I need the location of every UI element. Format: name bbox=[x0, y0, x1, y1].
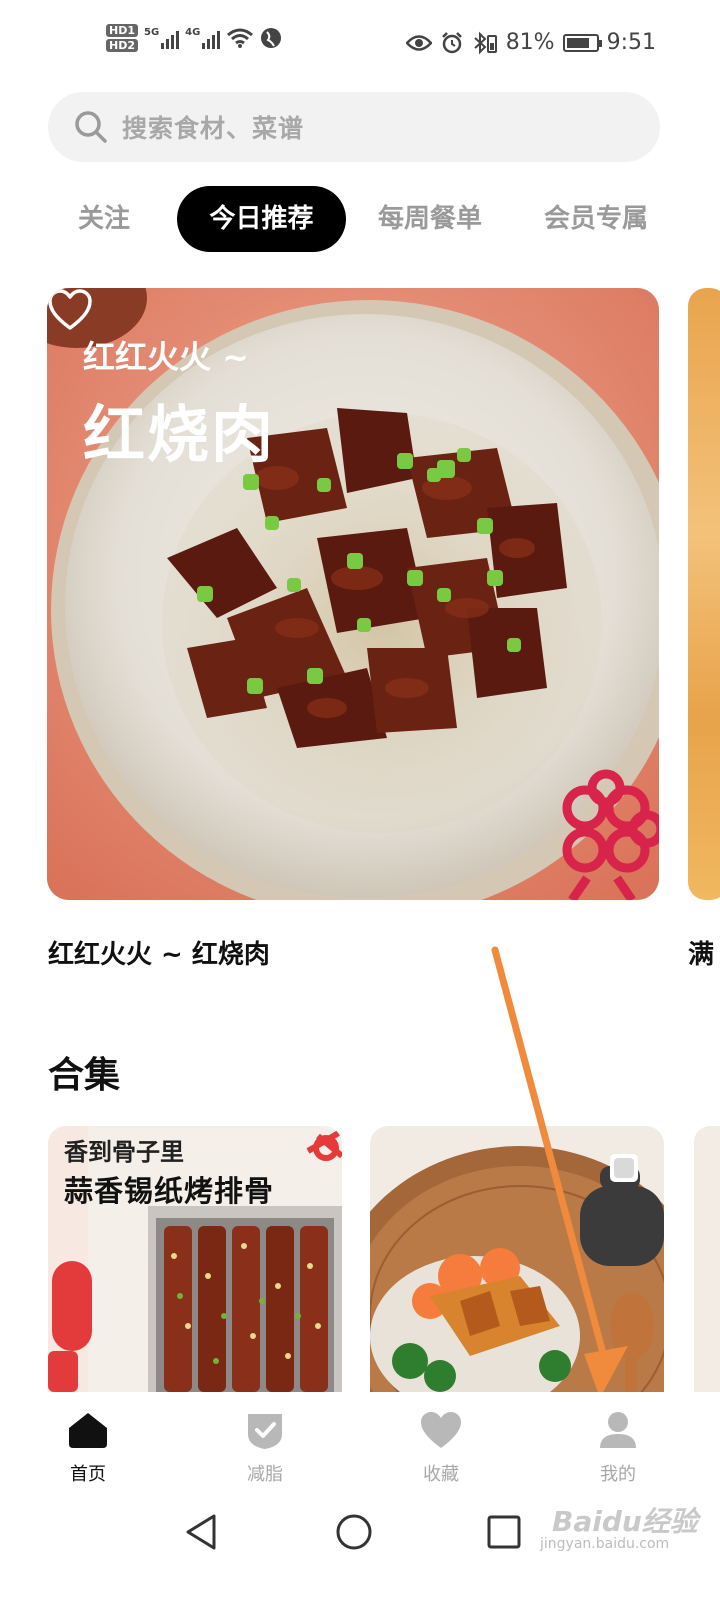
wifi-icon bbox=[227, 28, 254, 48]
category-tabs: 关注 今日推荐 每周餐单 会员专属 bbox=[48, 186, 720, 254]
collection-card-title: 蒜香锡纸烤排骨 bbox=[64, 1174, 275, 1208]
status-right: 81% 9:51 bbox=[405, 30, 656, 55]
battery-percent: 81% bbox=[505, 30, 555, 55]
featured-caption[interactable]: 红红火火 ~ 红烧肉 bbox=[48, 934, 270, 971]
status-left: HD1 HD2 5G 4G bbox=[106, 24, 282, 52]
nav-fat-loss[interactable]: 减脂 bbox=[215, 1410, 315, 1486]
collection-section-title: 合集 bbox=[48, 1055, 121, 1096]
nav-favorites[interactable]: 收藏 bbox=[391, 1410, 491, 1486]
chicken-bowl-image bbox=[370, 1126, 664, 1392]
eye-icon bbox=[405, 34, 432, 51]
featured-eyebrow: 红红火火 ~ bbox=[83, 338, 249, 376]
clock: 9:51 bbox=[606, 30, 656, 55]
nav-home[interactable]: 首页 bbox=[38, 1410, 138, 1486]
tab-vip-exclusive[interactable]: 会员专属 bbox=[530, 186, 662, 252]
status-bar: HD1 HD2 5G 4G 81% 9:51 bbox=[0, 0, 720, 92]
recents-icon[interactable] bbox=[482, 1510, 526, 1554]
back-icon[interactable] bbox=[180, 1510, 224, 1554]
watermark-url: jingyan.baidu.com bbox=[540, 1536, 670, 1552]
battery-fill bbox=[566, 37, 590, 48]
featured-recipe-card[interactable]: 红红火火 ~ 红烧肉 bbox=[47, 288, 659, 900]
search-icon bbox=[75, 111, 107, 143]
nav-me[interactable]: 我的 bbox=[568, 1410, 668, 1486]
vpn-globe-icon bbox=[261, 28, 282, 48]
nav-favorites-label: 收藏 bbox=[423, 1464, 459, 1485]
battery-icon bbox=[562, 33, 602, 52]
heart-outline-icon[interactable] bbox=[47, 288, 93, 332]
person-icon bbox=[600, 1412, 636, 1448]
collection-card-chicken-bowl[interactable] bbox=[370, 1126, 664, 1392]
sim-indicators: HD1 HD2 bbox=[106, 24, 138, 52]
nav-me-label: 我的 bbox=[600, 1464, 636, 1485]
search-placeholder: 搜索食材、菜谱 bbox=[122, 114, 305, 143]
heart-icon bbox=[421, 1412, 461, 1448]
signal-icon: 5G bbox=[144, 27, 180, 49]
alarm-icon bbox=[441, 31, 462, 53]
collection-card-subtitle: 香到骨子里 bbox=[64, 1138, 184, 1166]
next-recipe-card-peek[interactable] bbox=[688, 288, 720, 900]
tab-weekly-menu[interactable]: 每周餐单 bbox=[364, 186, 496, 252]
nav-fat-loss-label: 减脂 bbox=[247, 1464, 283, 1485]
featured-title: 红烧肉 bbox=[83, 398, 276, 471]
home-circle-icon[interactable] bbox=[332, 1510, 376, 1554]
featured-recipe-image bbox=[47, 288, 659, 900]
bluetooth-battery-icon bbox=[474, 31, 497, 54]
nav-home-label: 首页 bbox=[70, 1464, 106, 1485]
bottom-nav: 首页 减脂 收藏 我的 bbox=[0, 1392, 720, 1492]
collection-card-peek[interactable] bbox=[694, 1126, 720, 1392]
next-recipe-caption-peek: 满 bbox=[688, 940, 715, 970]
signal-icon-2: 4G bbox=[185, 27, 221, 49]
watermark-logo: Baidu经验 bbox=[552, 1505, 698, 1538]
shield-check-icon bbox=[248, 1414, 282, 1449]
home-icon bbox=[69, 1413, 107, 1448]
tab-today-recommend[interactable]: 今日推荐 bbox=[177, 186, 346, 252]
search-input[interactable]: 搜索食材、菜谱 bbox=[48, 92, 660, 162]
network-type-1: 5G bbox=[144, 27, 160, 38]
collection-card-ribs[interactable]: 香到骨子里 蒜香锡纸烤排骨 bbox=[48, 1126, 342, 1392]
tab-follow[interactable]: 关注 bbox=[48, 186, 160, 252]
sim1-label: HD1 bbox=[106, 24, 138, 37]
network-type-2: 4G bbox=[185, 27, 201, 38]
sim2-label: HD2 bbox=[106, 39, 138, 52]
